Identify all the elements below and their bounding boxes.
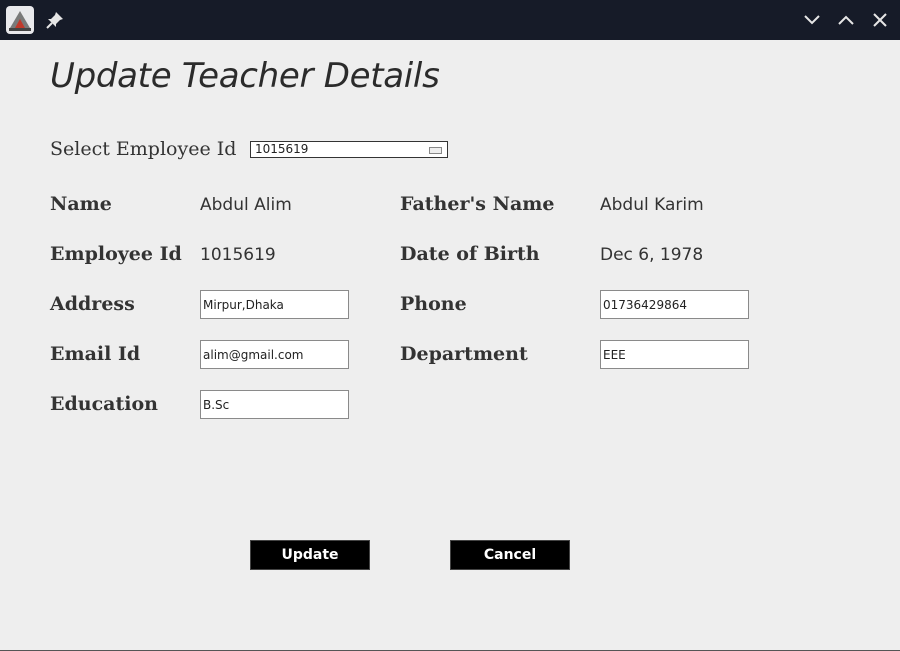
address-label: Address [50,293,135,315]
update-button[interactable]: Update [250,540,370,570]
department-input[interactable] [600,340,749,369]
department-label: Department [400,343,528,365]
phone-input[interactable] [600,290,749,319]
employee-id-select[interactable]: 1015619 [250,141,448,158]
pin-icon[interactable] [44,9,66,31]
education-label: Education [50,393,158,415]
dob-label: Date of Birth [400,243,540,265]
dob-value: Dec 6, 1978 [600,245,704,265]
selected-employee-id: 1015619 [255,142,309,156]
select-employee-label: Select Employee Id [50,138,237,160]
java-app-icon[interactable] [6,6,34,34]
employee-id-label: Employee Id [50,243,182,265]
title-bar [0,0,900,40]
form-panel: Update Teacher Details Select Employee I… [0,40,900,651]
email-label: Email Id [50,343,141,365]
minimize-icon[interactable] [801,9,823,31]
close-icon[interactable] [869,9,891,31]
name-value: Abdul Alim [200,195,292,215]
employee-id-value: 1015619 [200,245,276,265]
education-input[interactable] [200,390,349,419]
phone-label: Phone [400,293,467,315]
page-title: Update Teacher Details [50,56,440,96]
address-input[interactable] [200,290,349,319]
email-input[interactable] [200,340,349,369]
fathers-name-label: Father's Name [400,193,555,215]
fathers-name-value: Abdul Karim [600,195,704,215]
maximize-icon[interactable] [835,9,857,31]
dropdown-arrow-icon[interactable] [429,147,442,154]
name-label: Name [50,193,112,215]
cancel-button[interactable]: Cancel [450,540,570,570]
